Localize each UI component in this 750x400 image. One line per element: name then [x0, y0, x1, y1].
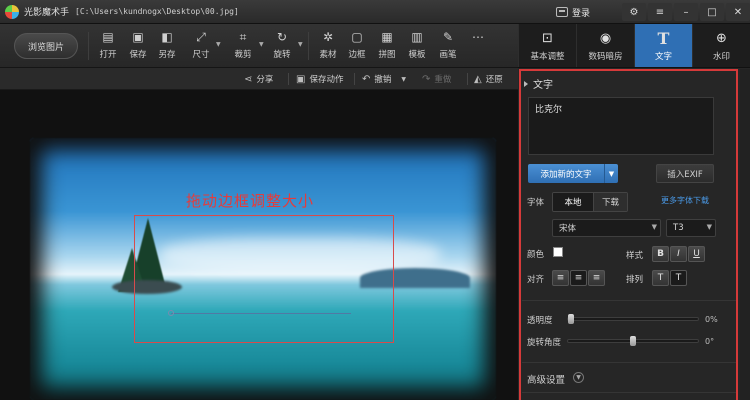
crop-button[interactable]: ⌗ 裁剪 [227, 28, 259, 66]
open-icon: ▤ [102, 30, 114, 44]
collage-button[interactable]: ▦ 拼图 [371, 28, 403, 66]
file-path: [C:\Users\kundnogx\Desktop\00.jpg] [75, 7, 239, 16]
restore-icon: ◭ [474, 73, 482, 85]
more-icon: ⋯ [472, 30, 484, 44]
title-bar: 光影魔术手 [C:\Users\kundnogx\Desktop\00.jpg]… [0, 0, 750, 24]
resize-hint-caption: 拖动边框调整大小 [186, 192, 315, 210]
crop-icon: ⌗ [239, 29, 247, 44]
tab-digital-darkroom[interactable]: ◉ 数码暗房 [576, 24, 634, 67]
image-canvas[interactable]: 拖动边框调整大小 [0, 90, 518, 400]
more-tools-button[interactable]: ⋯ [462, 28, 494, 66]
save-icon: ▣ [132, 30, 144, 44]
darkroom-icon: ◉ [599, 31, 612, 46]
app-logo-icon [5, 4, 19, 19]
restore-label: 还原 [485, 75, 503, 85]
resize-dropdown-caret[interactable]: ▼ [216, 41, 222, 48]
undo-label: 撤销 [374, 75, 392, 85]
panel-scrollbar[interactable] [740, 69, 750, 400]
material-label: 素材 [319, 50, 337, 60]
border-label: 边框 [348, 50, 366, 60]
redo-label: 重做 [434, 75, 452, 85]
material-icon: ✲ [322, 30, 334, 44]
redo-icon: ↷ [422, 73, 431, 85]
rotate-dropdown-caret[interactable]: ▼ [298, 41, 304, 48]
template-icon: ▥ [411, 30, 423, 44]
redo-button[interactable]: ↷ 重做 [422, 68, 451, 90]
undo-dropdown-icon[interactable]: ▼ [401, 76, 406, 83]
text-icon: T [657, 29, 670, 48]
resize-label: 尺寸 [192, 50, 210, 60]
text-panel-highlight [519, 69, 738, 400]
app-title: 光影魔术手 [24, 8, 70, 18]
close-button[interactable]: ✕ [726, 3, 750, 21]
skin-button[interactable]: ⚙ [622, 3, 646, 21]
save-action-icon: ▣ [296, 73, 306, 85]
brush-label: 画笔 [439, 50, 457, 60]
save-action-label: 保存动作 [309, 75, 344, 85]
restore-button[interactable]: ◭ 还原 [474, 68, 503, 90]
template-button[interactable]: ▥ 模板 [401, 28, 433, 66]
app-window: 光影魔术手 [C:\Users\kundnogx\Desktop\00.jpg]… [0, 0, 750, 400]
save-as-label: 另存 [158, 50, 176, 60]
tab-label: 文字 [654, 51, 672, 62]
undo-button[interactable]: ↶ 撤销 ▼ [362, 68, 406, 90]
text-bounding-frame[interactable] [134, 215, 394, 343]
share-icon: ⋖ [244, 73, 253, 85]
text-anchor-handle[interactable] [168, 310, 174, 316]
toolbar-separator [88, 32, 89, 60]
save-label: 保存 [129, 50, 147, 60]
resize-icon: ⤢ [196, 29, 206, 44]
action-separator [467, 73, 468, 85]
maximize-button[interactable]: □ [700, 3, 724, 21]
open-button[interactable]: ▤ 打开 [92, 28, 124, 66]
title-right-group: 登录 ⚙ ≡ – □ ✕ [555, 0, 750, 24]
minimize-button[interactable]: – [674, 3, 698, 21]
tab-label: 数码暗房 [588, 51, 623, 62]
login-button[interactable]: 登录 [572, 6, 590, 19]
login-icon[interactable] [555, 7, 568, 17]
action-separator [354, 73, 355, 85]
save-button[interactable]: ▣ 保存 [122, 28, 154, 66]
rotate-icon: ↻ [276, 30, 288, 44]
panel-tabs: ⊡ 基本调整 ◉ 数码暗房 T 文字 ⊕ 水印 [518, 24, 750, 68]
text-baseline [171, 313, 351, 314]
border-icon: ▢ [351, 30, 363, 44]
save-as-icon: ◧ [161, 30, 173, 44]
collage-label: 拼图 [378, 50, 396, 60]
collage-icon: ▦ [381, 30, 393, 44]
save-as-button[interactable]: ◧ 另存 [151, 28, 183, 66]
action-separator [288, 73, 289, 85]
browse-images-button[interactable]: 浏览图片 [14, 33, 78, 59]
material-button[interactable]: ✲ 素材 [312, 28, 344, 66]
crop-dropdown-caret[interactable]: ▼ [259, 41, 265, 48]
undo-icon: ↶ [362, 73, 371, 85]
tab-label: 水印 [712, 51, 730, 62]
rotate-button[interactable]: ↻ 旋转 [266, 28, 298, 66]
template-label: 模板 [408, 50, 426, 60]
tab-basic-adjust[interactable]: ⊡ 基本调整 [518, 24, 576, 67]
basic-adjust-icon: ⊡ [542, 31, 553, 46]
tab-watermark[interactable]: ⊕ 水印 [692, 24, 750, 67]
tab-label: 基本调整 [530, 51, 565, 62]
save-action-button[interactable]: ▣ 保存动作 [296, 68, 343, 90]
crop-label: 裁剪 [234, 50, 252, 60]
watermark-icon: ⊕ [716, 31, 727, 46]
toolbar-separator [308, 32, 309, 60]
share-label: 分享 [256, 75, 274, 85]
rotate-label: 旋转 [273, 50, 291, 60]
open-label: 打开 [99, 50, 117, 60]
border-button[interactable]: ▢ 边框 [341, 28, 373, 66]
tab-text[interactable]: T 文字 [634, 24, 692, 67]
brush-button[interactable]: ✎ 画笔 [432, 28, 464, 66]
resize-button[interactable]: ⤢ 尺寸 [185, 28, 217, 66]
action-bar: ⋖ 分享 ▣ 保存动作 ↶ 撤销 ▼ ↷ 重做 ◭ 还原 [0, 68, 518, 90]
share-button[interactable]: ⋖ 分享 [244, 68, 273, 90]
brush-icon: ✎ [442, 30, 454, 44]
menu-button[interactable]: ≡ [648, 3, 672, 21]
main-toolbar: 浏览图片 ▤ 打开 ▣ 保存 ◧ 另存 ⤢ 尺寸 ▼ ⌗ 裁剪 ▼ ↻ 旋转 ▼ [0, 24, 518, 68]
